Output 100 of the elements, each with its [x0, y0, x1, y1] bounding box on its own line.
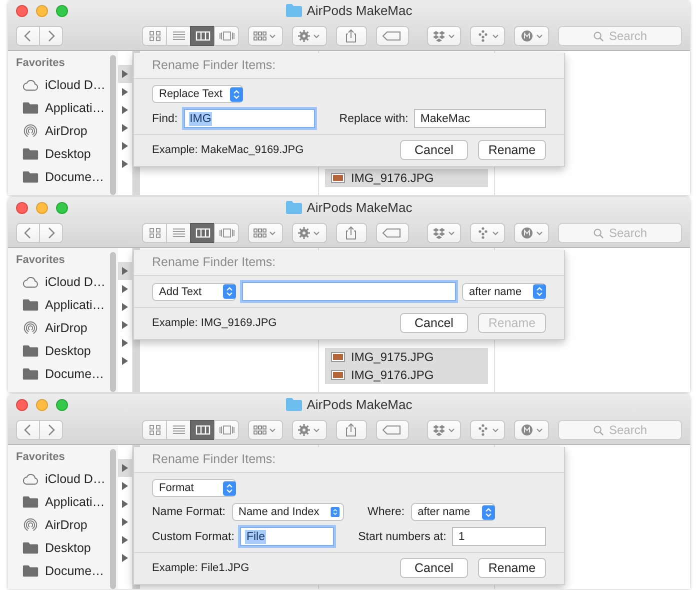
- disclosure-icon[interactable]: [122, 88, 128, 96]
- disclosure-icon[interactable]: [122, 70, 128, 78]
- zoom-button[interactable]: [56, 202, 68, 214]
- cancel-button[interactable]: Cancel: [400, 140, 468, 160]
- disclosure-icon[interactable]: [122, 303, 128, 311]
- settings-button[interactable]: [292, 26, 327, 46]
- disclosure-icon[interactable]: [122, 357, 128, 365]
- list-view-button[interactable]: [166, 223, 191, 243]
- sidebar-item[interactable]: Desktop: [16, 536, 108, 559]
- text-field[interactable]: File: [240, 527, 334, 546]
- disclosure-icon[interactable]: [122, 518, 128, 526]
- popup-button[interactable]: Name and Index: [232, 503, 344, 521]
- sidebar-item[interactable]: Applicati…: [16, 293, 108, 316]
- sidebar-item[interactable]: Desktop: [16, 142, 108, 165]
- popup-button[interactable]: after name: [462, 282, 546, 300]
- icons-view-button[interactable]: [142, 223, 167, 243]
- popup-button[interactable]: Add Text: [152, 282, 236, 300]
- forward-button[interactable]: [39, 420, 63, 440]
- cancel-button[interactable]: Cancel: [400, 558, 468, 578]
- disclosure-icon[interactable]: [122, 464, 128, 472]
- share-button[interactable]: [336, 223, 367, 243]
- zoom-button[interactable]: [56, 399, 68, 411]
- forward-button[interactable]: [39, 26, 63, 46]
- disclosure-icon[interactable]: [122, 285, 128, 293]
- text-field[interactable]: IMG: [184, 109, 316, 128]
- minimize-button[interactable]: [36, 399, 48, 411]
- settings-button[interactable]: [292, 223, 327, 243]
- back-button[interactable]: [16, 420, 40, 440]
- sync-button[interactable]: [470, 26, 506, 46]
- back-button[interactable]: [16, 26, 40, 46]
- disclosure-icon[interactable]: [122, 321, 128, 329]
- disclosure-icon[interactable]: [122, 482, 128, 490]
- minimize-button[interactable]: [36, 202, 48, 214]
- sync-button[interactable]: [470, 223, 506, 243]
- rename-button[interactable]: Rename: [478, 558, 546, 578]
- arrange-button[interactable]: [248, 26, 283, 46]
- sidebar-item[interactable]: AirDrop: [16, 316, 108, 339]
- disclosure-icon[interactable]: [122, 339, 128, 347]
- sidebar-item[interactable]: iCloud D…: [16, 73, 108, 96]
- minimize-button[interactable]: [36, 5, 48, 17]
- zoom-button[interactable]: [56, 5, 68, 17]
- back-button[interactable]: [16, 223, 40, 243]
- sidebar-item[interactable]: Applicati…: [16, 490, 108, 513]
- account-button[interactable]: [514, 420, 549, 440]
- file-row[interactable]: IMG_9175.JPG: [325, 348, 488, 366]
- popup-button[interactable]: Format: [152, 479, 236, 497]
- disclosure-icon[interactable]: [122, 124, 128, 132]
- sidebar-item[interactable]: Applicati…: [16, 96, 108, 119]
- close-button[interactable]: [16, 5, 28, 17]
- sidebar-item[interactable]: iCloud D…: [16, 270, 108, 293]
- popup-button[interactable]: after name: [410, 503, 495, 521]
- file-row[interactable]: IMG_9176.JPG: [325, 366, 488, 384]
- dropbox-button[interactable]: [426, 223, 462, 243]
- columns-view-button[interactable]: [190, 26, 215, 46]
- list-view-button[interactable]: [166, 26, 191, 46]
- tag-button[interactable]: [376, 420, 409, 440]
- columns-view-button[interactable]: [190, 420, 215, 440]
- share-button[interactable]: [336, 26, 367, 46]
- rename-button[interactable]: Rename: [478, 140, 546, 160]
- account-button[interactable]: [514, 26, 549, 46]
- forward-button[interactable]: [39, 223, 63, 243]
- scrollbar-thumb[interactable]: [110, 55, 116, 195]
- share-button[interactable]: [336, 420, 367, 440]
- dropbox-button[interactable]: [426, 420, 462, 440]
- disclosure-icon[interactable]: [122, 500, 128, 508]
- disclosure-icon[interactable]: [122, 267, 128, 275]
- sidebar-item[interactable]: AirDrop: [16, 513, 108, 536]
- columns-view-button[interactable]: [190, 223, 215, 243]
- text-field[interactable]: MakeMac: [414, 109, 546, 128]
- file-row[interactable]: IMG_9176.JPG: [325, 169, 488, 187]
- icons-view-button[interactable]: [142, 420, 167, 440]
- disclosure-icon[interactable]: [122, 106, 128, 114]
- sync-button[interactable]: [470, 420, 506, 440]
- tag-button[interactable]: [376, 26, 409, 46]
- scrollbar-thumb[interactable]: [110, 252, 116, 392]
- sidebar-item[interactable]: Desktop: [16, 339, 108, 362]
- dropbox-button[interactable]: [426, 26, 462, 46]
- disclosure-icon[interactable]: [122, 554, 128, 562]
- list-view-button[interactable]: [166, 420, 191, 440]
- text-field[interactable]: [242, 282, 456, 301]
- sidebar-item[interactable]: Docume…: [16, 165, 108, 188]
- close-button[interactable]: [16, 202, 28, 214]
- icons-view-button[interactable]: [142, 26, 167, 46]
- scrollbar-thumb[interactable]: [110, 449, 116, 589]
- sidebar-item[interactable]: Docume…: [16, 559, 108, 582]
- popup-button[interactable]: Replace Text: [152, 85, 244, 103]
- text-field[interactable]: 1: [452, 527, 546, 546]
- disclosure-icon[interactable]: [122, 142, 128, 150]
- cancel-button[interactable]: Cancel: [400, 313, 468, 333]
- sidebar-item[interactable]: Docume…: [16, 362, 108, 385]
- settings-button[interactable]: [292, 420, 327, 440]
- tag-button[interactable]: [376, 223, 409, 243]
- disclosure-icon[interactable]: [122, 160, 128, 168]
- sidebar-item[interactable]: AirDrop: [16, 119, 108, 142]
- disclosure-icon[interactable]: [122, 536, 128, 544]
- arrange-button[interactable]: [248, 223, 283, 243]
- arrange-button[interactable]: [248, 420, 283, 440]
- sidebar-item[interactable]: iCloud D…: [16, 467, 108, 490]
- close-button[interactable]: [16, 399, 28, 411]
- account-button[interactable]: [514, 223, 549, 243]
